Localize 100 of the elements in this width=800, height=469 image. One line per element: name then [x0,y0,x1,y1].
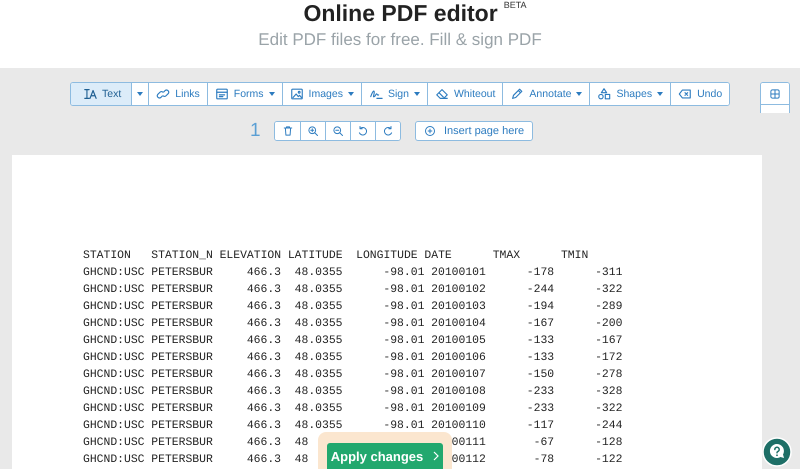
table-cell-text: 20100104 [431,317,486,332]
table-cell-text: PETERSBUR [151,351,213,366]
table-cell-text: 48.0355 [294,266,343,281]
table-cell-text: -133 [526,351,554,366]
table-cell-text: 466.3 [246,402,282,417]
table-cell-text: -122 [595,453,622,468]
backspace-icon [678,87,692,101]
eraser-icon [434,87,449,101]
table-cell-text: -98.01 [383,317,424,332]
chevron-right-icon [433,451,440,461]
table-cell-text: PETERSBUR [151,334,213,349]
table-cell-text: 466.3 [246,317,282,332]
page-title: Online PDF editor [303,0,498,26]
table-cell-text: -98.01 [383,368,424,383]
table-cell-text: GHCND:USC [83,283,145,298]
table-cell-text: 48.0355 [294,385,343,400]
tool-button[interactable]: Undo [670,83,730,105]
tool-button[interactable]: Text [71,83,132,105]
column-header: STATION [83,249,131,264]
caret-icon [348,92,354,96]
table-cell-text: -98.01 [383,266,424,281]
table-cell-text: GHCND:USC [83,436,145,451]
table-cell-text: -98.01 [383,283,424,298]
caret-icon [657,92,664,96]
table-cell-text: -150 [526,368,554,383]
table-cell-text: 466.3 [246,266,282,281]
caret-icon [137,92,144,96]
table-cell-text: 48.0355 [294,351,343,366]
caret-icon [268,92,275,96]
table-cell-text: -98.01 [383,351,424,366]
image-icon [290,87,304,101]
table-cell-text: 48.0355 [294,368,343,383]
table-cell-text: -167 [595,334,622,349]
help-chat-button[interactable] [762,437,792,467]
shapes-icon [597,87,612,101]
table-cell-text: 466.3 [246,368,282,383]
table-cell-text: PETERSBUR [151,436,213,451]
table-cell-text: PETERSBUR [151,453,213,468]
table-cell-text: PETERSBUR [151,317,213,332]
table-cell-text: -67 [534,436,554,451]
table-cell-text: 466.3 [246,283,282,298]
table-cell-text: -98.01 [383,334,424,349]
table-cell-text: -244 [526,283,554,298]
rotate-right-button[interactable] [375,122,400,140]
table-cell-text: GHCND:USC [83,419,145,434]
column-header: TMIN [560,249,588,264]
table-cell-text: 20100107 [431,368,486,383]
thumbnails-button[interactable] [761,83,789,105]
page-number: 1 [250,120,262,142]
table-cell-text: 20100103 [431,300,486,315]
table-cell-text: -289 [595,300,622,315]
table-cell-text: 466.3 [246,436,282,451]
table-cell-text: 20100110 [431,419,486,434]
table-cell-text: -167 [526,317,554,332]
table-cell-text: -322 [595,283,622,298]
beta-label: BETA [504,0,527,10]
table-cell-text: 20100108 [431,385,486,400]
table-cell-text: -133 [526,334,554,349]
table-cell-text: GHCND:USC [83,317,145,332]
trash-icon [282,125,294,137]
table-cell-text: -200 [595,317,622,332]
table-cell-text: GHCND:USC [83,385,145,400]
apply-changes-button[interactable]: Apply changes [327,443,443,469]
table-cell-text: GHCND:USC [83,453,145,468]
table-cell-text: 48 [294,436,308,451]
table-cell-text: 20100105 [431,334,486,349]
table-cell-text: -98.01 [383,402,424,417]
table-cell-text: 466.3 [246,385,282,400]
table-cell-text: PETERSBUR [151,402,213,417]
table-cell-text: PETERSBUR [151,419,213,434]
table-cell-text: -172 [595,351,622,366]
table-cell-text: PETERSBUR [151,266,213,281]
table-cell-text: -233 [526,402,554,417]
caret-icon [414,92,420,96]
rotate-right-icon [382,125,394,137]
grid-icon [769,88,781,100]
column-header: STATION_N [151,249,213,264]
table-cell-text: GHCND:USC [83,300,145,315]
zoom-out-icon [332,125,344,137]
table-cell-text: 20100101 [431,266,486,281]
page-subtitle: Edit PDF files for free. Fill & sign PDF [258,30,542,50]
table-cell-text: 466.3 [246,334,282,349]
table-cell-text: 466.3 [246,351,282,366]
table-cell-text: PETERSBUR [151,385,213,400]
text-cursor-icon [83,87,97,101]
table-cell-text: 48.0355 [294,334,343,349]
table-cell-text: 466.3 [246,300,282,315]
table-cell-text: -278 [595,368,622,383]
table-cell-text: 20100106 [431,351,486,366]
table-cell-text: 48.0355 [294,402,343,417]
column-header: ELEVATION [220,249,282,264]
table-cell-text: PETERSBUR [151,368,213,383]
table-cell-text: -98.01 [383,300,424,315]
table-cell-text: 48.0355 [294,300,343,315]
column-header: TMAX [492,249,520,264]
insert-page-button[interactable]: Insert page here [415,121,534,141]
table-cell-text: 48.0355 [294,283,343,298]
pencil-icon [510,87,524,101]
table-cell-text: 48 [294,453,308,468]
table-cell-text: 20100102 [431,283,486,298]
